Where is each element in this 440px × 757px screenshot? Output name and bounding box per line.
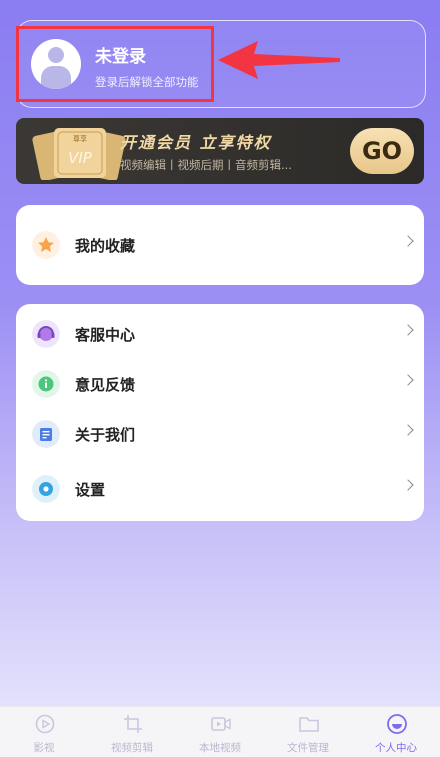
chevron-right-icon <box>402 324 414 336</box>
menu-item-label: 客服中心 <box>75 326 136 344</box>
tab-video-editing[interactable]: 视频剪辑 <box>88 707 176 757</box>
favorites-card: 我的收藏 <box>16 205 424 285</box>
annotation-highlight-box <box>16 26 214 102</box>
go-button[interactable]: GO <box>350 128 414 174</box>
tab-local-video[interactable]: 本地视频 <box>176 707 264 757</box>
tab-personal-center[interactable]: 个人中心 <box>352 707 440 757</box>
play-icon <box>35 714 55 734</box>
menu-item-feedback[interactable]: 意见反馈 <box>16 359 424 409</box>
tab-movies[interactable]: 影视 <box>0 707 88 757</box>
menu-item-favorites[interactable]: 我的收藏 <box>16 220 424 270</box>
headset-icon <box>32 320 60 348</box>
annotation-arrow-icon <box>218 41 340 79</box>
vip-badge-top: 尊享 <box>73 134 87 143</box>
gear-icon <box>32 475 60 503</box>
tab-label: 个人中心 <box>375 742 417 754</box>
video-icon <box>211 717 231 731</box>
document-icon <box>32 420 60 448</box>
vip-card-icon: 尊享 VIP <box>32 128 126 180</box>
chevron-right-icon <box>402 374 414 386</box>
settings-menu-card: 客服中心 意见反馈 关于我们 设置 <box>16 304 424 521</box>
chevron-right-icon <box>402 235 414 247</box>
menu-item-label: 关于我们 <box>75 426 136 444</box>
menu-item-label: 意见反馈 <box>75 376 136 394</box>
menu-item-label: 我的收藏 <box>75 237 136 255</box>
bottom-tab-bar: 影视 视频剪辑 本地视频 文件管理 个人中心 <box>0 706 440 757</box>
vip-badge-text: VIP <box>68 149 93 167</box>
chevron-right-icon <box>402 479 414 491</box>
menu-item-customer-service[interactable]: 客服中心 <box>16 309 424 359</box>
tab-label: 文件管理 <box>287 742 329 754</box>
crop-icon <box>124 715 142 733</box>
tab-file-manager[interactable]: 文件管理 <box>264 707 352 757</box>
folder-icon <box>299 717 319 732</box>
tab-label: 本地视频 <box>199 742 241 754</box>
menu-item-about-us[interactable]: 关于我们 <box>16 409 424 459</box>
info-icon <box>32 370 60 398</box>
tab-label: 视频剪辑 <box>111 742 153 754</box>
smile-icon <box>387 714 407 734</box>
vip-subtitle: 视频编辑丨视频后期丨音频剪辑... <box>120 158 292 172</box>
star-icon <box>32 231 60 259</box>
vip-banner[interactable]: 尊享 VIP 开通会员 立享特权 视频编辑丨视频后期丨音频剪辑... GO <box>16 118 424 184</box>
tab-label: 影视 <box>33 742 55 754</box>
vip-title: 开通会员 立享特权 <box>120 133 272 152</box>
chevron-right-icon <box>402 424 414 436</box>
menu-item-label: 设置 <box>75 481 106 499</box>
menu-item-settings[interactable]: 设置 <box>16 464 424 514</box>
